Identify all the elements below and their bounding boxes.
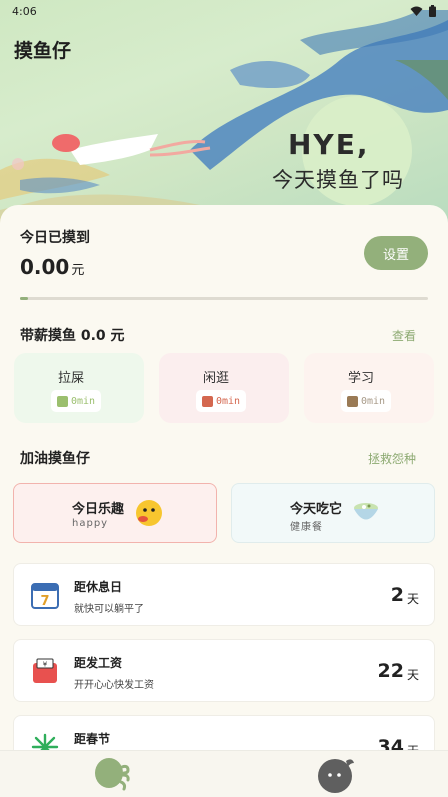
countdown-number: 2 (390, 584, 404, 606)
activity-label: 学习 (348, 371, 375, 386)
emoji-face-icon (136, 500, 162, 526)
today-amount: 0.00 元 (20, 255, 84, 279)
activity-time-chip: 0min (196, 390, 247, 412)
hero-greeting: HYE, (288, 128, 370, 161)
wallet-icon: ¥ (33, 658, 57, 683)
cheer-title: 加油摸鱼仔 (20, 451, 90, 467)
activity-time: 0min (361, 395, 386, 407)
today-label: 今日已摸到 (20, 230, 90, 246)
fun-card[interactable]: 今日乐趣 happy (13, 483, 217, 543)
fun-subtitle: happy (72, 518, 109, 529)
activity-card-toilet[interactable]: 拉屎 0min (14, 353, 144, 423)
progress-fill (20, 297, 29, 300)
activity-time-chip: 0min (341, 390, 392, 412)
app-title: 摸鱼仔 (14, 40, 72, 62)
activity-label: 闲逛 (203, 371, 230, 386)
activity-card-stroll[interactable]: 闲逛 0min (159, 353, 289, 423)
activity-time: 0min (71, 395, 96, 407)
countdown-unit: 天 (406, 668, 419, 682)
view-link[interactable]: 查看 (392, 327, 416, 344)
food-card[interactable]: 今天吃它 健康餐 (231, 483, 435, 543)
countdown-name: 距春节 (74, 732, 111, 746)
book-icon (347, 395, 358, 407)
countdown-desc: 开开心心快发工资 (74, 680, 154, 691)
earnings-progress-bar (20, 297, 428, 300)
today-amount-value: 0.00 (20, 255, 70, 279)
food-title: 今天吃它 (290, 502, 343, 517)
hero-banner: 摸鱼仔 HYE, 今天摸鱼了吗 (0, 0, 448, 225)
countdown-name: 距休息日 (74, 580, 123, 594)
paid-slacking-title: 带薪摸鱼 0.0 元 (20, 328, 125, 344)
svg-text:¥: ¥ (43, 661, 48, 669)
countdown-card-weekend[interactable]: 7 距休息日 就快可以躺平了 2 天 (13, 563, 435, 626)
countdown-number: 22 (377, 660, 404, 682)
countdown-name: 距发工资 (74, 656, 123, 670)
bottom-nav (0, 750, 448, 797)
toilet-icon (57, 395, 68, 407)
save-link[interactable]: 拯救怨种 (368, 450, 416, 467)
countdown-card-payday[interactable]: ¥ 距发工资 开开心心快发工资 22 天 (13, 639, 435, 702)
svg-text:7: 7 (40, 594, 49, 609)
hero-subtitle: 今天摸鱼了吗 (272, 168, 404, 192)
calendar-icon: 7 (31, 583, 59, 609)
battery-icon (429, 5, 436, 17)
countdown-unit: 天 (406, 592, 419, 606)
activity-time: 0min (216, 395, 241, 407)
food-subtitle: 健康餐 (290, 522, 323, 533)
status-bar: 4:06 (0, 0, 448, 22)
settings-button[interactable]: 设置 (364, 236, 428, 270)
activity-card-study[interactable]: 学习 0min (304, 353, 434, 423)
today-amount-unit: 元 (71, 263, 85, 278)
bowl-icon (354, 503, 378, 520)
activity-label: 拉屎 (58, 371, 85, 386)
activity-time-chip: 0min (51, 390, 102, 412)
ghost-icon[interactable] (316, 755, 356, 795)
wifi-icon (410, 6, 423, 16)
status-time: 4:06 (12, 4, 37, 18)
bag-icon (202, 395, 213, 407)
octopus-icon[interactable] (92, 755, 132, 795)
countdown-desc: 就快可以躺平了 (74, 604, 144, 615)
main-sheet: 今日已摸到 0.00 元 设置 带薪摸鱼 0.0 元 查看 拉屎 0min 闲逛 … (0, 205, 448, 778)
fun-title: 今日乐趣 (72, 502, 125, 517)
